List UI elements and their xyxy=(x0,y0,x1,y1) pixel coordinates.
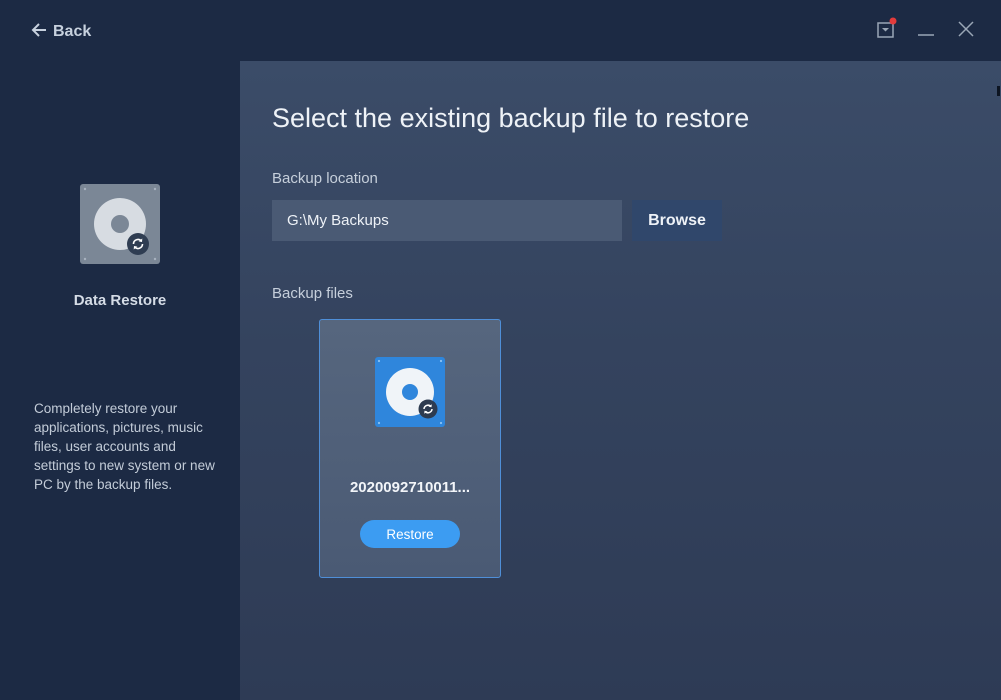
sidebar: Data Restore Completely restore your app… xyxy=(0,61,240,700)
minimize-button[interactable] xyxy=(913,18,939,44)
minimize-icon xyxy=(917,20,935,43)
backup-file-name: 2020092710011... xyxy=(349,479,471,496)
title-bar: Back xyxy=(0,0,1001,61)
back-button[interactable]: Back xyxy=(31,20,91,44)
back-label: Back xyxy=(53,23,92,40)
backup-file-card[interactable]: 2020092710011... Restore xyxy=(319,319,501,578)
notification-button[interactable] xyxy=(873,17,899,46)
close-icon xyxy=(957,20,975,43)
close-button[interactable] xyxy=(953,18,979,44)
restore-button[interactable]: Restore xyxy=(360,520,460,548)
backup-location-input[interactable] xyxy=(272,200,622,241)
window-edge-mark xyxy=(997,86,1000,96)
main-panel: Select the existing backup file to resto… xyxy=(240,61,1001,700)
backup-files-label: Backup files xyxy=(272,285,353,302)
notification-icon xyxy=(874,17,898,46)
backup-location-label: Backup location xyxy=(272,170,378,187)
page-title: Select the existing backup file to resto… xyxy=(272,103,750,133)
sidebar-title: Data Restore xyxy=(73,292,167,309)
disk-restore-icon xyxy=(80,184,160,264)
back-arrow-icon xyxy=(31,22,47,43)
browse-button[interactable]: Browse xyxy=(632,200,722,241)
sidebar-description: Completely restore your applications, pi… xyxy=(34,401,215,492)
disk-restore-icon xyxy=(375,357,445,427)
